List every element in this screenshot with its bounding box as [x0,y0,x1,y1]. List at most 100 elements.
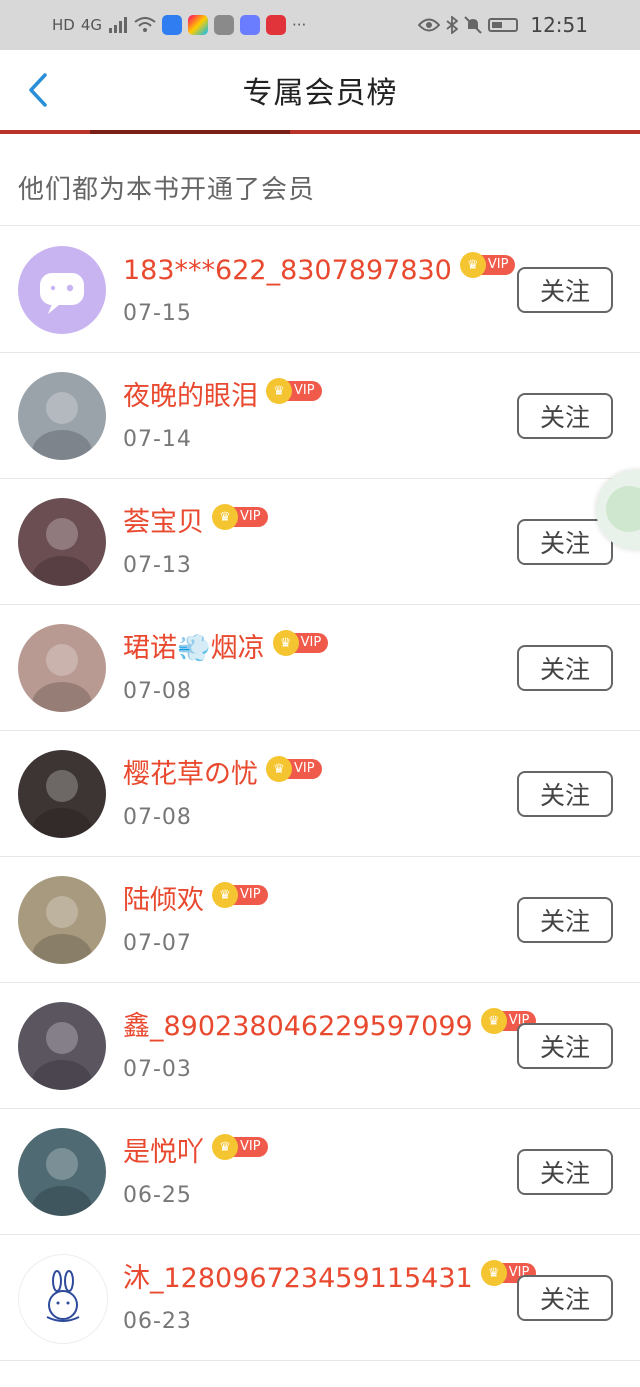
list-item[interactable]: 荟宝贝 ♛ VIP 07-13 关注 [0,479,640,605]
avatar[interactable] [18,498,106,586]
name-line: 珺诺💨烟凉 ♛ VIP [123,629,329,669]
member-name[interactable]: 陆倾欢 [123,881,204,921]
join-date: 07-07 [123,931,192,956]
avatar[interactable] [18,246,106,334]
vip-badge: ♛ VIP [266,378,322,404]
battery-icon [488,18,519,32]
member-name[interactable]: 珺诺💨烟凉 [123,629,265,669]
follow-button[interactable]: 关注 [517,393,613,439]
app-notification-icon [162,15,183,35]
list-item[interactable]: 是悦吖 ♛ VIP 06-25 关注 [0,1109,640,1235]
signal-icon [109,17,128,33]
avatar[interactable] [18,1128,106,1216]
crown-icon: ♛ [212,504,238,530]
mute-icon [464,16,483,34]
nav-bar: 专属会员榜 [0,50,640,130]
join-date: 07-13 [123,553,192,578]
rabbit-avatar-icon [46,1270,80,1322]
follow-button[interactable]: 关注 [517,1023,613,1069]
status-bar-left: HD 4G ··· [52,15,306,35]
avatar[interactable] [18,624,106,712]
list-item[interactable]: 沐_128096723459115431 ♛ VIP 06-23 关注 [0,1235,640,1361]
default-avatar-icon [40,273,84,314]
book-app-icon [266,15,287,35]
section-subtitle: 他们都为本书开通了会员 [18,175,316,205]
member-name[interactable]: 沐_128096723459115431 [123,1259,473,1299]
name-line: 是悦吖 ♛ VIP [123,1133,268,1173]
name-line: 樱花草の忧 ♛ VIP [123,755,322,795]
list-item[interactable]: 珺诺💨烟凉 ♛ VIP 07-08 关注 [0,605,640,731]
join-date: 07-08 [123,805,192,830]
list-item[interactable]: 陆倾欢 ♛ VIP 07-07 关注 [0,857,640,983]
hd-indicator: HD [52,15,75,34]
follow-button[interactable]: 关注 [517,897,613,943]
photo-avatar-image [32,518,92,586]
photo-avatar-image [32,392,92,460]
follow-button[interactable]: 关注 [517,645,613,691]
follow-button[interactable]: 关注 [517,1275,613,1321]
bluetooth-icon [446,16,459,34]
member-name[interactable]: 荟宝贝 [123,503,204,543]
list-item[interactable]: 樱花草の忧 ♛ VIP 07-08 关注 [0,731,640,857]
photo-avatar-image [32,896,92,964]
crown-icon: ♛ [266,756,292,782]
follow-button[interactable]: 关注 [517,1149,613,1195]
assistant-icon [606,486,640,532]
crown-icon: ♛ [212,1134,238,1160]
crown-icon: ♛ [480,1008,507,1034]
avatar[interactable] [18,750,106,838]
avatar[interactable] [18,876,106,964]
list-item[interactable]: 夜晚的眼泪 ♛ VIP 07-14 关注 [0,353,640,479]
back-button[interactable] [18,68,58,112]
vip-badge: ♛ VIP [212,882,268,908]
app-notification-icon [188,15,209,35]
vip-badge: ♛ VIP [212,504,268,530]
status-bar-right: 12:51 [418,13,588,37]
name-line: 夜晚的眼泪 ♛ VIP [123,377,322,417]
eye-icon [418,18,441,32]
join-date: 07-15 [123,301,192,326]
crown-icon: ♛ [459,252,486,278]
photo-avatar-image [32,644,92,712]
name-line: 鑫_890238046229597099 ♛ VIP [123,1007,537,1047]
vip-badge: ♛ VIP [212,1134,268,1160]
wifi-icon [134,17,156,32]
name-line: 荟宝贝 ♛ VIP [123,503,268,543]
follow-button[interactable]: 关注 [517,267,613,313]
photo-avatar-image [32,770,92,838]
crown-icon: ♛ [272,630,299,656]
clock: 12:51 [530,13,588,37]
avatar[interactable] [18,1254,108,1344]
join-date: 06-25 [123,1183,192,1208]
avatar[interactable] [18,1002,106,1090]
name-line: 183***622_8307897830 ♛ VIP [123,251,516,291]
chevron-left-icon [29,73,47,107]
photo-avatar-image [32,1148,92,1216]
member-name[interactable]: 是悦吖 [123,1133,204,1173]
page-title: 专属会员榜 [242,76,398,111]
follow-button[interactable]: 关注 [517,771,613,817]
section-header: 他们都为本书开通了会员 [0,150,640,226]
vip-badge: ♛ VIP [272,630,329,656]
header-banner-strip [0,130,640,134]
crown-icon: ♛ [212,882,238,908]
join-date: 07-14 [123,427,192,452]
vip-badge: ♛ VIP [459,252,516,278]
join-date: 06-23 [123,1309,192,1334]
photo-avatar-image [32,1022,92,1090]
member-name[interactable]: 183***622_8307897830 [123,251,452,291]
wechat-icon [214,15,235,35]
name-line: 沐_128096723459115431 ♛ VIP [123,1259,537,1299]
member-name[interactable]: 鑫_890238046229597099 [123,1007,473,1047]
crown-icon: ♛ [480,1260,507,1286]
music-icon [240,15,261,35]
avatar[interactable] [18,372,106,460]
member-name[interactable]: 夜晚的眼泪 [123,377,258,417]
list-item[interactable]: 183***622_8307897830 ♛ VIP 07-15 关注 [0,227,640,353]
join-date: 07-08 [123,679,192,704]
join-date: 07-03 [123,1057,192,1082]
name-line: 陆倾欢 ♛ VIP [123,881,268,921]
list-item[interactable]: 鑫_890238046229597099 ♛ VIP 07-03 关注 [0,983,640,1109]
crown-icon: ♛ [266,378,292,404]
member-name[interactable]: 樱花草の忧 [123,755,258,795]
